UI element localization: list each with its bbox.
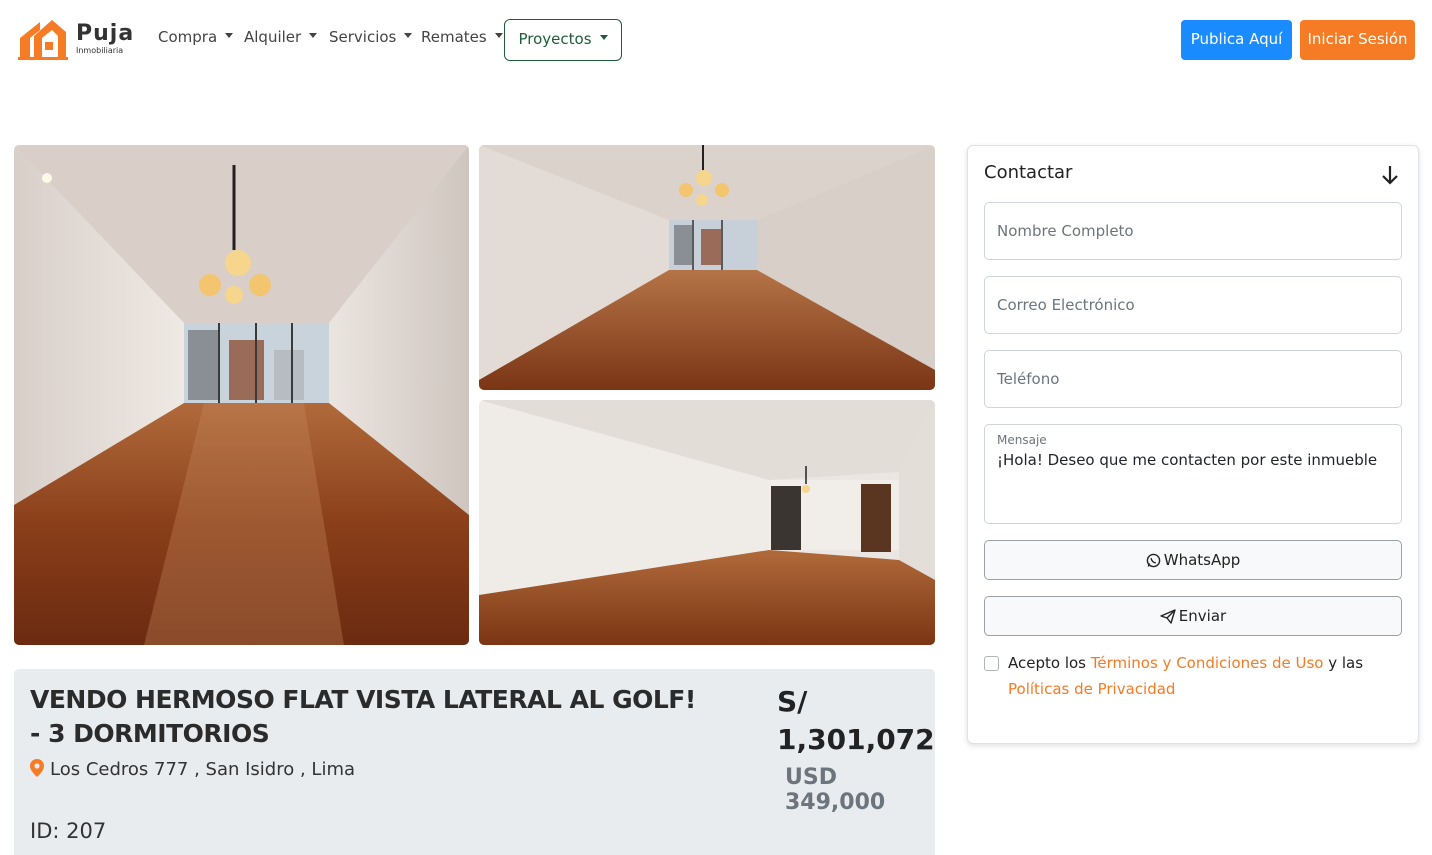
nav-remates-label: Remates [421, 28, 487, 46]
message-value: ¡Hola! Deseo que me contacten por este i… [997, 451, 1378, 469]
photo-top[interactable] [479, 145, 935, 390]
send-icon [1160, 609, 1176, 624]
caret-down-icon [494, 33, 503, 38]
message-textarea[interactable]: Mensaje ¡Hola! Deseo que me contacten po… [984, 424, 1402, 524]
listing-info: VENDO HERMOSO FLAT VISTA LATERAL AL GOLF… [14, 669, 935, 855]
brand-logo[interactable]: Puja Inmobiliaria [18, 16, 133, 62]
nav-proyectos-button[interactable]: Proyectos [504, 19, 622, 61]
caret-down-icon [404, 33, 413, 38]
send-label: Enviar [1178, 607, 1227, 625]
listing-title: VENDO HERMOSO FLAT VISTA LATERAL AL GOLF… [30, 685, 696, 748]
room-photo-image [14, 145, 469, 645]
room-photo-image [479, 145, 935, 390]
photo-bottom[interactable] [479, 400, 935, 645]
price-usd: USD 349,000 [785, 765, 886, 815]
nav-alquiler[interactable]: Alquiler [244, 28, 318, 46]
nav-servicios[interactable]: Servicios [329, 28, 413, 46]
whatsapp-label: WhatsApp [1163, 551, 1241, 569]
room-photo-image [479, 400, 935, 645]
photo-main[interactable] [14, 145, 469, 645]
privacy-link[interactable]: Políticas de Privacidad [1008, 680, 1175, 698]
nav-proyectos-label: Proyectos [518, 30, 592, 48]
whatsapp-button[interactable]: WhatsApp [984, 540, 1402, 580]
navbar: Puja Inmobiliaria Compra Alquiler Servic… [0, 0, 1432, 80]
house-logo-icon [18, 20, 68, 60]
map-pin-icon [30, 759, 44, 777]
nav-alquiler-label: Alquiler [244, 28, 302, 46]
terms-row: Acepto los Términos y Condiciones de Uso… [984, 650, 1404, 702]
terms-middle: y las [1328, 654, 1364, 672]
caret-down-icon [309, 33, 318, 38]
caret-down-icon [599, 35, 608, 40]
name-input[interactable]: Nombre Completo [984, 202, 1402, 260]
nav-servicios-label: Servicios [329, 28, 397, 46]
nav-remates[interactable]: Remates [421, 28, 503, 46]
listing-location-text: Los Cedros 777 , San Isidro , Lima [50, 759, 356, 780]
terms-prefix: Acepto los [1008, 654, 1086, 672]
brand-name: Puja [76, 21, 135, 46]
price-local: S/ 1,301,072 [777, 685, 935, 756]
nav-compra[interactable]: Compra [158, 28, 234, 46]
terms-checkbox[interactable] [984, 656, 999, 671]
phone-input[interactable]: Teléfono [984, 350, 1402, 408]
contact-card: Contactar Nombre Completo Correo Electró… [967, 145, 1419, 744]
message-label: Mensaje [997, 433, 1047, 447]
brand-subtitle: Inmobiliaria [76, 46, 124, 55]
arrow-down-icon[interactable] [1380, 164, 1400, 186]
caret-down-icon [225, 33, 234, 38]
send-button[interactable]: Enviar [984, 596, 1402, 636]
contact-title: Contactar [984, 162, 1073, 183]
terms-link[interactable]: Términos y Condiciones de Uso [1091, 654, 1324, 672]
listing-id: ID: 207 [30, 819, 107, 843]
login-button[interactable]: Iniciar Sesión [1300, 20, 1415, 60]
nav-compra-label: Compra [158, 28, 218, 46]
publish-button[interactable]: Publica Aquí [1181, 20, 1292, 60]
listing-location: Los Cedros 777 , San Isidro , Lima [30, 759, 355, 780]
email-input[interactable]: Correo Electrónico [984, 276, 1402, 334]
whatsapp-icon [1146, 553, 1161, 568]
